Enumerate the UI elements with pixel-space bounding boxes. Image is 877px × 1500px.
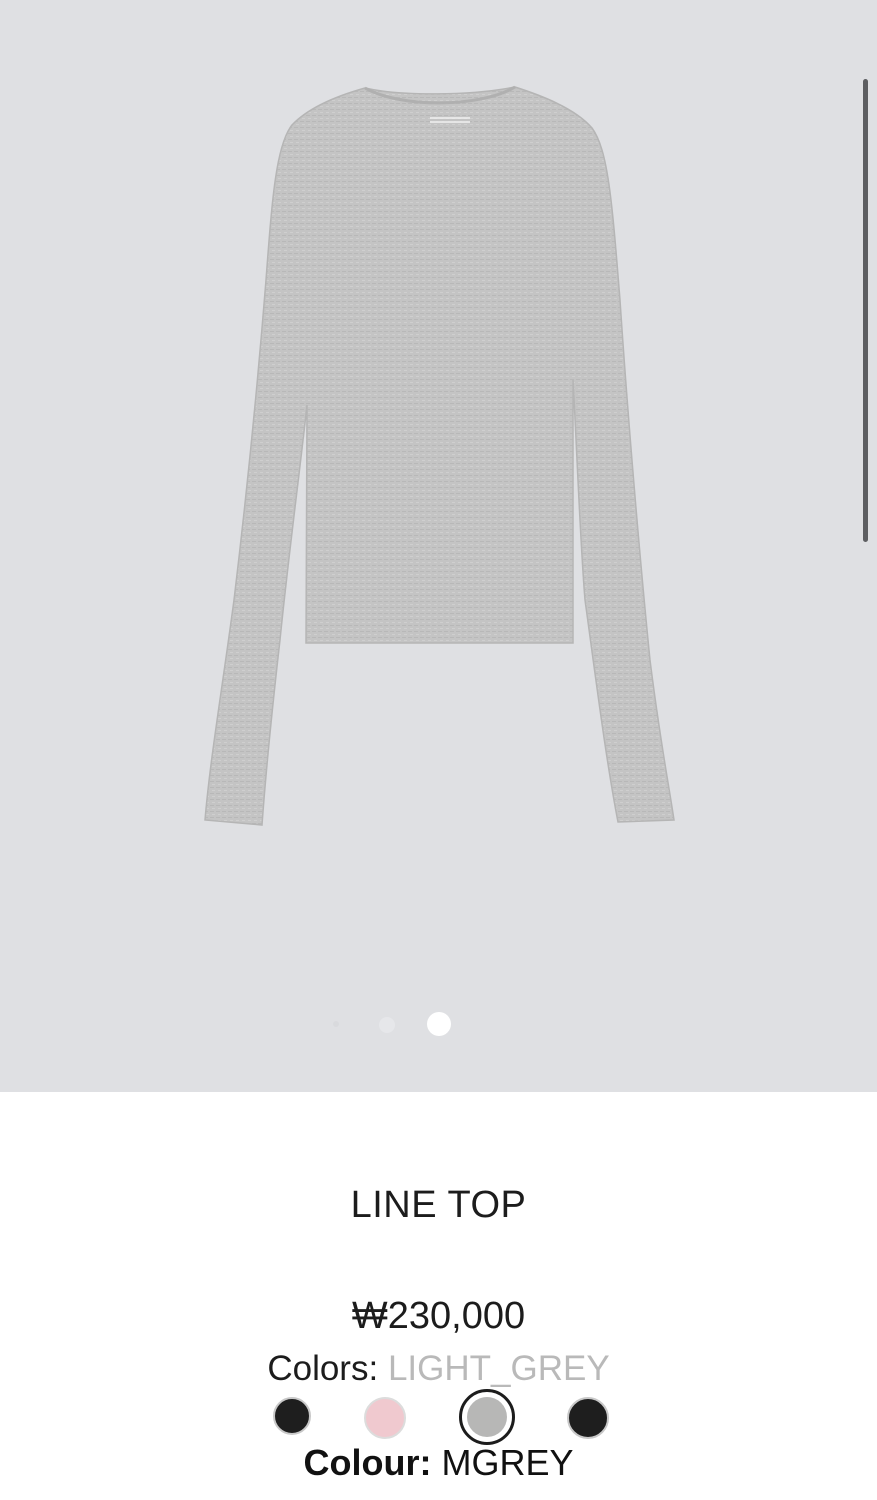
colour-label: Colour: [303, 1442, 432, 1483]
color-swatch-grey-selected[interactable] [459, 1389, 515, 1445]
pagination-dot[interactable] [333, 1021, 339, 1027]
scrollbar[interactable] [863, 79, 868, 542]
pagination-dot-active[interactable] [427, 1012, 451, 1036]
colour-row: Colour: MGREY [0, 1442, 877, 1484]
product-title: LINE TOP [350, 1184, 527, 1226]
color-swatch-black-2[interactable] [567, 1397, 609, 1439]
product-price: ₩230,000 [351, 1295, 526, 1337]
color-swatch-black[interactable] [273, 1397, 311, 1435]
colour-value: MGREY [441, 1442, 574, 1483]
color-swatch-fill [467, 1397, 507, 1437]
product-page: LINE TOP ₩230,000 Colors: LIGHT_GREY Col… [0, 0, 877, 1500]
colors-row: Colors: LIGHT_GREY [0, 1349, 877, 1389]
carousel-pagination [0, 1012, 877, 1036]
pagination-dot[interactable] [379, 1017, 395, 1033]
product-info: LINE TOP ₩230,000 Colors: LIGHT_GREY Col… [0, 1092, 877, 1500]
long-sleeve-tshirt-icon [204, 85, 675, 826]
colors-label: Colors: [267, 1349, 379, 1388]
color-swatch-pink[interactable] [364, 1397, 406, 1439]
colors-value: LIGHT_GREY [387, 1349, 610, 1388]
product-image-gallery[interactable] [0, 0, 877, 1092]
